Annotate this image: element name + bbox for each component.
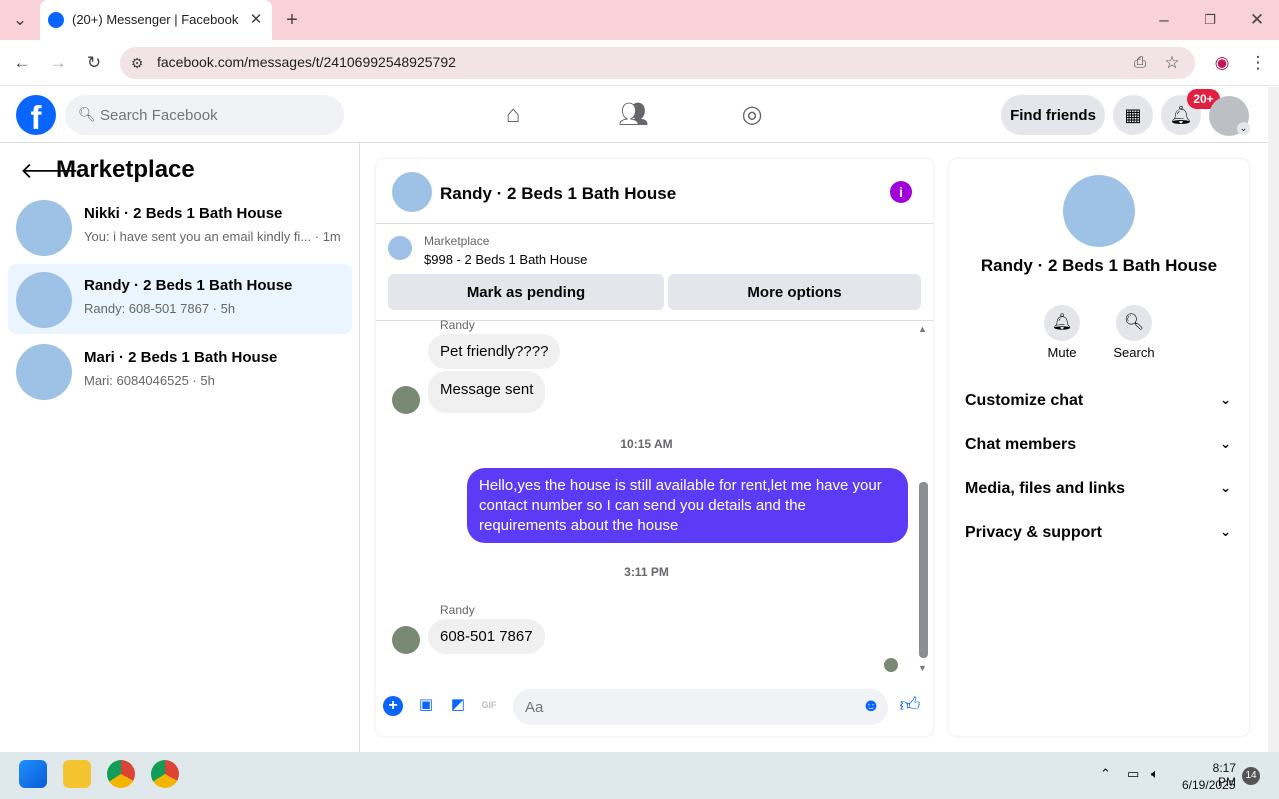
plus-icon[interactable]: + <box>383 696 403 716</box>
conversation-name: Nikki · 2 Beds 1 Bath House <box>84 205 283 222</box>
conversation-item[interactable]: Nikki · 2 Beds 1 Bath House You: i have s… <box>8 192 352 262</box>
emoji-icon[interactable]: ☻ <box>860 694 882 716</box>
chevron-down-icon: ⌄ <box>1220 524 1231 539</box>
conversation-preview: Mari: 6084046525 · 5h <box>84 373 215 388</box>
conversation-avatar[interactable] <box>1063 175 1135 247</box>
divider <box>376 223 933 224</box>
message-input[interactable] <box>513 689 888 725</box>
mark-as-pending-button[interactable]: Mark as pending <box>388 274 664 310</box>
conversation-preview: Randy: 608-501 7867 · 5h <box>84 301 236 316</box>
windows-start-icon[interactable] <box>19 760 47 788</box>
info-section-row[interactable]: Chat members ⌄ <box>965 436 1235 460</box>
timestamp: 10:15 AM <box>620 437 673 451</box>
chevron-up-icon[interactable]: ⌃ <box>1100 766 1111 782</box>
incoming-message[interactable]: Message sent <box>428 371 546 413</box>
info-section-row[interactable]: Customize chat ⌄ <box>965 392 1235 416</box>
home-icon[interactable]: ⌂ <box>498 100 528 130</box>
chat-scrollbar[interactable] <box>919 482 928 658</box>
sticker-icon[interactable]: ◩ <box>447 694 469 716</box>
profile-icon[interactable]: ◉ <box>1210 51 1234 75</box>
page-title: Marketplace <box>56 156 195 183</box>
conversation-name: Randy · 2 Beds 1 Bath House <box>980 256 1218 275</box>
incoming-message[interactable]: Pet friendly???? <box>428 334 561 369</box>
timestamp: 3:11 PM <box>624 565 669 579</box>
menu-icon[interactable]: ⋮ <box>1246 51 1270 75</box>
network-icon[interactable]: ▭ <box>1127 766 1139 782</box>
search-icon: 🔍︎ <box>78 106 96 122</box>
conversation-item[interactable]: Randy · 2 Beds 1 Bath House Randy: 608-50… <box>8 264 352 334</box>
reload-icon[interactable]: ↻ <box>82 51 106 75</box>
search-icon[interactable]: 🔍︎ <box>1116 305 1152 341</box>
info-section-row[interactable]: Media, files and links ⌄ <box>965 480 1235 504</box>
gif-icon[interactable]: GIF <box>478 694 500 716</box>
windows-taskbar <box>0 752 1279 799</box>
section-label: Customize chat <box>965 392 1084 409</box>
facebook-logo-icon[interactable]: f <box>16 95 56 135</box>
conversation-preview: You: i have sent you an email kindly fi.… <box>84 229 341 244</box>
search-input[interactable] <box>65 95 344 135</box>
conversation-item[interactable]: Mari · 2 Beds 1 Bath House Mari: 60840465… <box>8 336 352 406</box>
sender-name: Randy <box>440 603 475 617</box>
chat-header-avatar[interactable] <box>392 172 432 212</box>
close-tab-icon[interactable]: ✕ <box>244 8 268 32</box>
chevron-down-icon[interactable]: ⌄ <box>1237 122 1250 135</box>
conversation-avatar <box>16 344 72 400</box>
incoming-message[interactable]: 608-501 7867 <box>428 619 545 654</box>
scroll-down-icon[interactable]: ▼ <box>918 663 927 673</box>
marketplace-label: Marketplace <box>424 234 490 248</box>
chrome-icon[interactable] <box>107 760 135 788</box>
back-icon[interactable]: ← <box>10 51 34 75</box>
url-text: facebook.com/messages/t/2410699254892579… <box>157 54 456 70</box>
sender-avatar[interactable] <box>392 386 420 414</box>
page-scrollbar[interactable] <box>1268 87 1279 752</box>
sender-name: Randy <box>440 318 475 332</box>
photo-icon[interactable]: ▣ <box>415 694 437 716</box>
conversation-name: Randy · 2 Beds 1 Bath House <box>84 277 293 294</box>
site-settings-icon[interactable]: ⚙ <box>125 51 149 75</box>
section-label: Media, files and links <box>965 480 1126 497</box>
info-section-row[interactable]: Privacy & support ⌄ <box>965 524 1235 548</box>
friends-icon[interactable]: 👥︎ <box>618 100 648 130</box>
conversation-avatar <box>16 200 72 256</box>
menu-grid-icon[interactable]: ▦ <box>1113 95 1153 135</box>
minimize-icon[interactable]: – <box>1152 8 1176 32</box>
bookmark-star-icon[interactable]: ☆ <box>1160 51 1184 75</box>
chrome-active-icon[interactable] <box>151 760 179 788</box>
info-icon[interactable]: i <box>890 181 912 203</box>
facebook-favicon-icon <box>48 12 64 28</box>
chat-title[interactable]: Randy · 2 Beds 1 Bath House <box>440 184 676 204</box>
conversation-name: Mari · 2 Beds 1 Bath House <box>84 349 278 366</box>
file-explorer-icon[interactable] <box>63 760 91 788</box>
thumbs-up-icon[interactable]: 👍︎ <box>899 694 921 716</box>
listing-thumbnail[interactable] <box>388 236 412 260</box>
notification-count-badge[interactable]: 14 <box>1242 767 1260 785</box>
find-friends-button[interactable]: Find friends <box>1001 95 1105 135</box>
mute-label: Mute <box>1047 345 1077 360</box>
search-label: Search <box>1113 345 1155 360</box>
chevron-down-icon: ⌄ <box>1220 392 1231 407</box>
install-app-icon[interactable]: ⎙ <box>1128 51 1152 75</box>
listing-title[interactable]: $998 - 2 Beds 1 Bath House <box>424 252 587 267</box>
chevron-down-icon: ⌄ <box>1220 480 1231 495</box>
mute-bell-icon[interactable]: 🔔︎ <box>1044 305 1080 341</box>
sender-avatar[interactable] <box>392 626 420 654</box>
restore-icon[interactable]: ❐ <box>1198 8 1222 32</box>
tab-title: (20+) Messenger | Facebook <box>72 12 239 27</box>
chevron-down-icon: ⌄ <box>1220 436 1231 451</box>
scroll-up-icon[interactable]: ▲ <box>918 324 927 334</box>
forward-icon[interactable]: → <box>46 51 70 75</box>
seen-receipt-avatar <box>884 658 898 672</box>
more-options-button[interactable]: More options <box>668 274 921 310</box>
outgoing-message[interactable]: Hello,yes the house is still available f… <box>467 468 908 543</box>
clock-date[interactable]: 6/19/2025 <box>1182 778 1235 792</box>
new-tab-icon[interactable]: + <box>280 8 304 32</box>
close-window-icon[interactable]: ✕ <box>1245 8 1269 32</box>
section-label: Chat members <box>965 436 1077 453</box>
tab-list-icon[interactable]: ⌄ <box>8 8 32 32</box>
volume-icon[interactable]: 🔈︎ <box>1151 766 1159 782</box>
section-label: Privacy & support <box>965 524 1102 541</box>
groups-icon[interactable]: ◎ <box>737 100 767 130</box>
conversation-avatar <box>16 272 72 328</box>
